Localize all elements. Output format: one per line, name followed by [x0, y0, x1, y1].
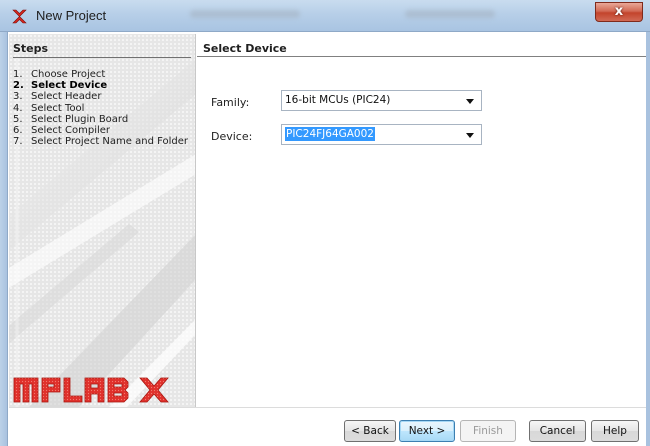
steps-divider	[13, 57, 191, 58]
steps-panel: Steps 1. Choose Project 2. Select Device 3…	[9, 34, 196, 407]
chevron-down-icon[interactable]	[466, 133, 474, 138]
steps-heading: Steps	[13, 42, 49, 55]
back-button[interactable]: < Back	[344, 420, 396, 442]
cancel-button[interactable]: Cancel	[529, 420, 586, 442]
window-title: New Project	[36, 8, 107, 23]
steps-list: 1. Choose Project 2. Select Device 3. Selec…	[13, 69, 193, 147]
window-frame-right	[646, 32, 650, 446]
mplab-x-icon	[12, 9, 27, 24]
window-frame-left	[0, 32, 8, 446]
button-bar: < Back Next > Finish Cancel Help	[9, 407, 646, 446]
step-item-select-project-name: 7. Select Project Name and Folder	[13, 136, 188, 148]
device-select-value[interactable]: PIC24FJ64GA002	[285, 127, 375, 141]
step-item-select-plugin-board: 5. Select Plugin Board	[13, 113, 129, 125]
step-item-select-compiler: 6. Select Compiler	[13, 125, 111, 137]
close-button[interactable]: x	[595, 2, 643, 22]
step-item-choose-project: 1. Choose Project	[13, 69, 106, 80]
finish-button[interactable]: Finish	[460, 420, 516, 442]
family-select[interactable]: 16-bit MCUs (PIC24)	[281, 90, 482, 111]
device-select[interactable]: PIC24FJ64GA002	[281, 124, 482, 145]
title-bar[interactable]: New Project x	[0, 0, 650, 32]
device-label: Device:	[211, 130, 253, 143]
page-title: Select Device	[203, 42, 287, 55]
chevron-down-icon[interactable]	[466, 99, 474, 104]
next-button[interactable]: Next >	[399, 420, 455, 442]
content-panel: Select Device Family: 16-bit MCUs (PIC24…	[197, 34, 646, 407]
family-label: Family:	[211, 96, 250, 109]
help-button[interactable]: Help	[591, 420, 639, 442]
close-icon: x	[614, 4, 624, 19]
step-item-select-device: 2. Select Device	[13, 80, 108, 92]
step-item-select-tool: 4. Select Tool	[13, 102, 85, 114]
content-divider	[197, 56, 646, 57]
family-select-value: 16-bit MCUs (PIC24)	[285, 94, 391, 106]
step-item-select-header: 3. Select Header	[13, 91, 102, 103]
mplab-x-logo	[13, 377, 169, 403]
